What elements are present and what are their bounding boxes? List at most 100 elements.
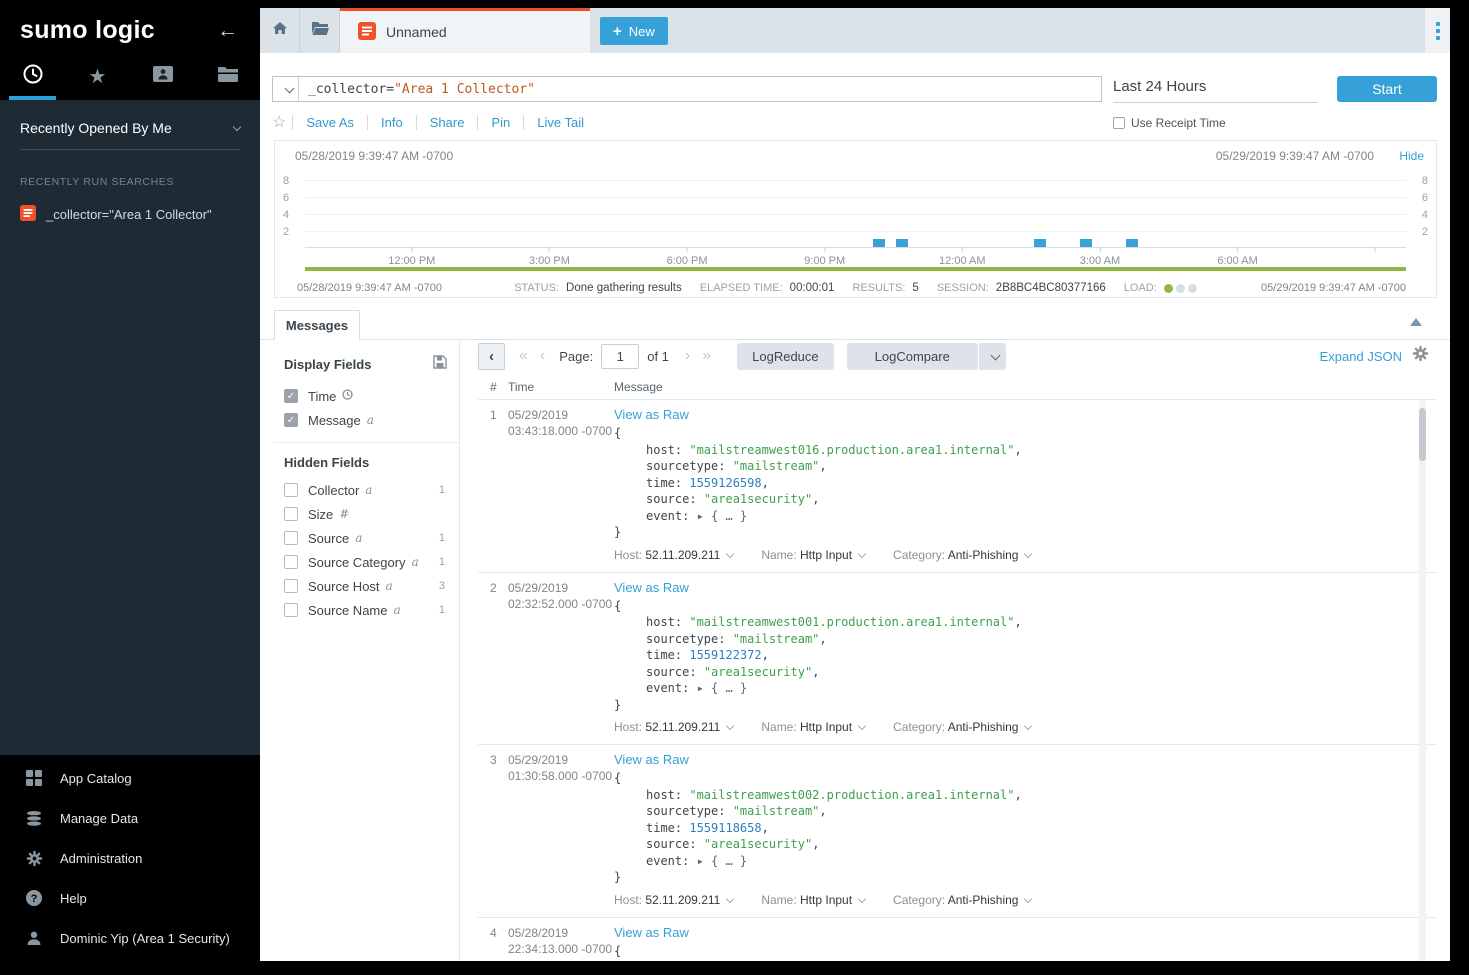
page-number-input[interactable] xyxy=(601,344,639,369)
view-as-raw-link[interactable]: View as Raw xyxy=(614,925,1437,941)
meta-host-dropdown[interactable]: Host: 52.11.209.211 xyxy=(614,893,733,907)
checkbox-unchecked[interactable] xyxy=(284,507,298,521)
json-value[interactable]: "mailstreamwest001.production.area1.inte… xyxy=(689,615,1014,629)
view-as-raw-link[interactable]: View as Raw xyxy=(614,407,1437,423)
new-tab-button[interactable]: + New xyxy=(600,17,668,45)
checkbox-checked[interactable]: ✓ xyxy=(284,413,298,427)
status-value: Done gathering results xyxy=(566,282,682,294)
logcompare-button[interactable]: LogCompare xyxy=(847,343,978,370)
json-value[interactable]: ▸ { … } xyxy=(697,681,748,695)
sidebar-tab-library[interactable] xyxy=(130,53,195,100)
hidden-field-row[interactable]: Size # xyxy=(274,502,459,526)
json-value[interactable]: ▸ { … } xyxy=(697,854,748,868)
scrollbar-track[interactable] xyxy=(1419,400,1426,961)
action-link[interactable]: Share xyxy=(416,115,478,130)
hidden-field-row[interactable]: Collector a 1 xyxy=(274,478,459,502)
hide-histogram-link[interactable]: Hide xyxy=(1399,149,1424,163)
checkbox-unchecked[interactable] xyxy=(284,531,298,545)
histogram-bar[interactable] xyxy=(873,239,885,247)
meta-host-dropdown[interactable]: Host: 52.11.209.211 xyxy=(614,720,733,734)
json-value[interactable]: "mailstream" xyxy=(733,459,820,473)
sidebar-collapse-arrow-icon[interactable]: ← xyxy=(217,19,238,43)
query-dropdown-toggle[interactable] xyxy=(273,77,299,101)
meta-category-dropdown[interactable]: Category: Anti-Phishing xyxy=(893,893,1031,907)
json-value[interactable]: 1559126598 xyxy=(689,476,761,490)
back-button[interactable]: ‹ xyxy=(478,343,505,370)
json-value[interactable]: ▸ { … } xyxy=(697,509,748,523)
home-button[interactable] xyxy=(260,8,300,53)
field-message[interactable]: ✓ Message a xyxy=(274,408,459,432)
logreduce-button[interactable]: LogReduce xyxy=(737,343,834,370)
settings-gear-icon[interactable] xyxy=(1412,345,1429,367)
first-page-icon[interactable]: « xyxy=(519,347,528,365)
json-value[interactable]: "mailstreamwest002.production.area1.inte… xyxy=(689,788,1014,802)
search-query-input[interactable]: _collector="Area 1 Collector" xyxy=(299,77,535,101)
checkbox-checked[interactable]: ✓ xyxy=(284,389,298,403)
action-link[interactable]: Pin xyxy=(477,115,523,130)
checkbox-unchecked[interactable] xyxy=(284,555,298,569)
meta-category-dropdown[interactable]: Category: Anti-Phishing xyxy=(893,548,1031,562)
start-button[interactable]: Start xyxy=(1337,76,1437,102)
histogram-bar[interactable] xyxy=(1034,239,1046,247)
json-value[interactable]: "area1security" xyxy=(704,837,812,851)
json-value[interactable]: "area1security" xyxy=(704,665,812,679)
sidebar-item-app-catalog[interactable]: App Catalog xyxy=(0,758,260,798)
use-receipt-time-checkbox[interactable]: Use Receipt Time xyxy=(1113,116,1226,130)
favorite-star-icon[interactable]: ☆ xyxy=(272,112,286,132)
hidden-field-row[interactable]: Source Host a 3 xyxy=(274,574,459,598)
scrollbar-thumb[interactable] xyxy=(1419,408,1426,461)
prev-page-icon[interactable]: ‹ xyxy=(540,347,545,365)
view-as-raw-link[interactable]: View as Raw xyxy=(614,580,1437,596)
checkbox-unchecked[interactable] xyxy=(284,483,298,497)
sidebar-item-user[interactable]: Dominic Yip (Area 1 Security) xyxy=(0,918,260,958)
next-page-icon[interactable]: › xyxy=(685,347,690,365)
recently-opened-dropdown[interactable]: Recently Opened By Me xyxy=(20,100,240,150)
json-value[interactable]: "mailstreamwest016.production.area1.inte… xyxy=(689,443,1014,457)
hidden-field-row[interactable]: Source Name a 1 xyxy=(274,598,459,622)
meta-name-dropdown[interactable]: Name: Http Input xyxy=(761,548,865,562)
view-as-raw-link[interactable]: View as Raw xyxy=(614,752,1437,768)
search-query-box[interactable]: _collector="Area 1 Collector" xyxy=(272,76,1102,102)
sidebar-tab-favorites[interactable]: ★ xyxy=(65,53,130,100)
sidebar-item-manage-data[interactable]: Manage Data xyxy=(0,798,260,838)
meta-name-dropdown[interactable]: Name: Http Input xyxy=(761,893,865,907)
action-link[interactable]: Live Tail xyxy=(523,115,597,130)
hidden-field-row[interactable]: Source Category a 1 xyxy=(274,550,459,574)
browse-folder-button[interactable] xyxy=(300,8,340,53)
time-range-selector-bar[interactable] xyxy=(305,267,1406,271)
json-value[interactable]: "area1security" xyxy=(704,492,812,506)
json-value[interactable]: "mailstream" xyxy=(733,804,820,818)
json-value[interactable]: 1559122372 xyxy=(689,648,761,662)
meta-host-dropdown[interactable]: Host: 52.11.209.211 xyxy=(614,548,733,562)
time-range-selector[interactable]: Last 24 Hours xyxy=(1113,78,1318,103)
field-time[interactable]: ✓ Time xyxy=(274,384,459,408)
tab-options-menu[interactable] xyxy=(1425,8,1450,53)
json-value[interactable]: "mailstreamwest003.production.area1.inte… xyxy=(689,960,1014,961)
sidebar-item-help[interactable]: ? Help xyxy=(0,878,260,918)
json-value[interactable]: 1559118658 xyxy=(689,821,761,835)
tab-unnamed[interactable]: Unnamed xyxy=(340,8,590,53)
checkbox-unchecked[interactable] xyxy=(284,603,298,617)
json-value[interactable]: "mailstream" xyxy=(733,632,820,646)
meta-category-dropdown[interactable]: Category: Anti-Phishing xyxy=(893,720,1031,734)
histogram-bar[interactable] xyxy=(1080,239,1092,247)
last-page-icon[interactable]: » xyxy=(702,347,711,365)
checkbox-unchecked[interactable] xyxy=(1113,117,1125,129)
collapse-panel-icon[interactable] xyxy=(1410,318,1422,326)
star-icon: ★ xyxy=(89,64,107,89)
logcompare-dropdown-icon[interactable] xyxy=(979,343,1006,370)
expand-json-link[interactable]: Expand JSON xyxy=(1320,349,1402,364)
checkbox-unchecked[interactable] xyxy=(284,579,298,593)
save-fields-icon[interactable] xyxy=(433,355,447,374)
action-link[interactable]: Info xyxy=(367,115,416,130)
histogram-bar[interactable] xyxy=(896,239,908,247)
sidebar-tab-recents[interactable] xyxy=(0,53,65,100)
tab-messages[interactable]: Messages xyxy=(274,310,360,340)
hidden-field-row[interactable]: Source a 1 xyxy=(274,526,459,550)
recent-search-item[interactable]: _collector="Area 1 Collector" xyxy=(20,205,240,224)
histogram-bar[interactable] xyxy=(1126,239,1138,247)
sidebar-tab-folders[interactable] xyxy=(195,53,260,100)
meta-name-dropdown[interactable]: Name: Http Input xyxy=(761,720,865,734)
sidebar-item-administration[interactable]: Administration xyxy=(0,838,260,878)
action-link[interactable]: Save As xyxy=(292,115,367,130)
